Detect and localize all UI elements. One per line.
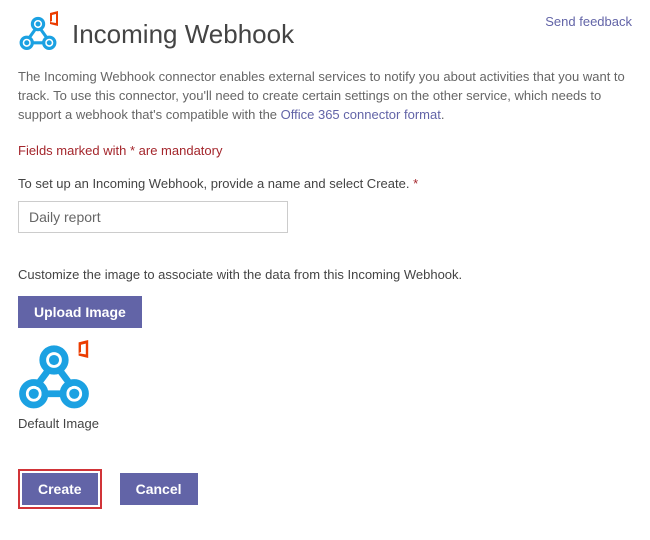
setup-label: To set up an Incoming Webhook, provide a… xyxy=(18,176,632,191)
description-part2: . xyxy=(441,107,445,122)
default-image-block: Default Image xyxy=(18,342,632,431)
mandatory-note: Fields marked with * are mandatory xyxy=(18,143,632,158)
default-image-icon xyxy=(18,342,90,414)
connector-format-link[interactable]: Office 365 connector format xyxy=(281,107,441,122)
page-title: Incoming Webhook xyxy=(72,19,294,50)
webhook-icon xyxy=(18,14,58,54)
office-badge-icon xyxy=(48,11,61,26)
required-asterisk: * xyxy=(413,176,418,191)
description-text: The Incoming Webhook connector enables e… xyxy=(18,68,632,125)
title-group: Incoming Webhook xyxy=(18,14,294,54)
setup-label-text: To set up an Incoming Webhook, provide a… xyxy=(18,176,409,191)
create-button[interactable]: Create xyxy=(22,473,98,505)
footer-row: Create Cancel xyxy=(18,469,632,509)
default-image-label: Default Image xyxy=(18,416,632,431)
customize-label: Customize the image to associate with th… xyxy=(18,267,632,282)
webhook-name-input[interactable] xyxy=(18,201,288,233)
office-badge-icon xyxy=(76,340,92,358)
cancel-button[interactable]: Cancel xyxy=(120,473,198,505)
upload-image-button[interactable]: Upload Image xyxy=(18,296,142,328)
send-feedback-link[interactable]: Send feedback xyxy=(545,14,632,29)
create-highlight-box: Create xyxy=(18,469,102,509)
